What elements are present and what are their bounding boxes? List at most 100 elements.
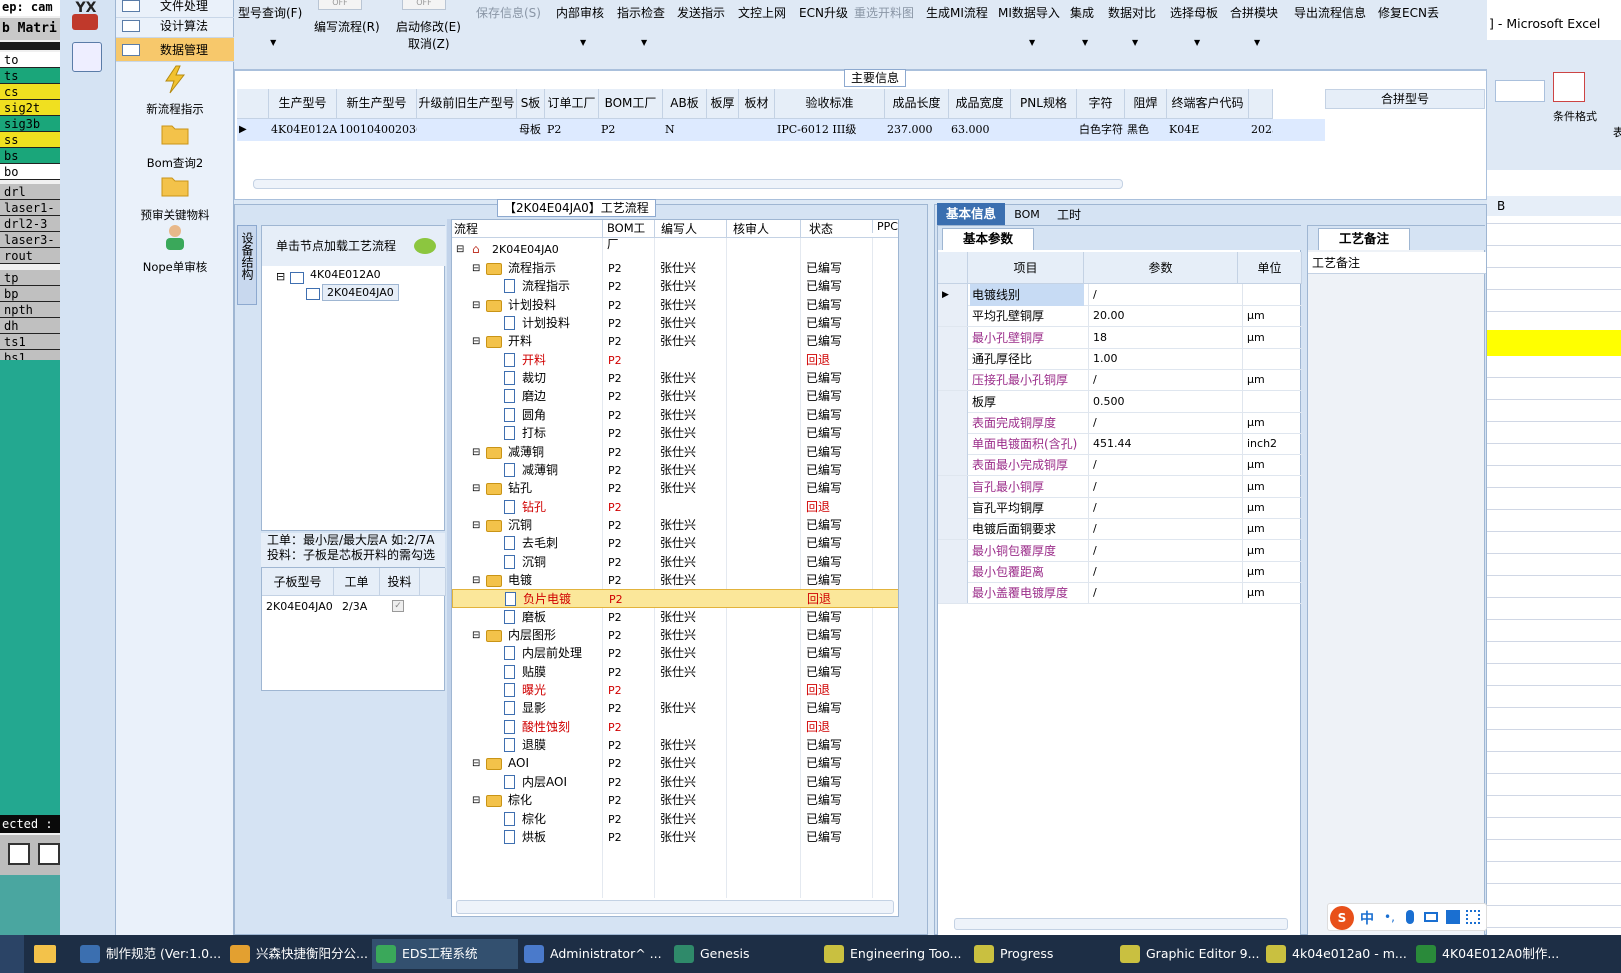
flow-tree-row[interactable]: 贴膜 P2 张仕兴 已编写 — [452, 663, 898, 682]
skin-icon[interactable] — [1446, 910, 1460, 924]
row-selector[interactable] — [938, 560, 968, 582]
layer-row[interactable]: bp — [0, 286, 60, 302]
toolbox-icon[interactable] — [1466, 910, 1480, 924]
layer-row[interactable]: drl2-3 — [0, 216, 60, 232]
tab-basic-params[interactable]: 基本参数 — [942, 228, 1034, 250]
param-row[interactable]: 盲孔最小铜厚 / μm — [938, 475, 1302, 498]
feed-checkbox[interactable]: ✓ — [392, 600, 404, 612]
calculator-icon[interactable] — [72, 42, 102, 72]
flow-tree-row[interactable]: 内层AOI P2 张仕兴 已编写 — [452, 773, 898, 792]
row-selector[interactable] — [938, 390, 968, 412]
flow-tree-row[interactable]: ⊟ 计划投料 P2 张仕兴 已编写 — [452, 296, 898, 315]
tree-collapse-icon[interactable]: ⊟ — [472, 259, 480, 278]
tab-work-hours[interactable]: 工时 — [1047, 205, 1091, 225]
layer-row[interactable]: bs — [0, 148, 60, 164]
param-row[interactable]: 盲孔平均铜厚 / μm — [938, 497, 1302, 519]
toggle-switch[interactable]: OFF — [402, 0, 446, 10]
flow-tree-row[interactable]: 裁切 P2 张仕兴 已编写 — [452, 369, 898, 388]
layer-row[interactable]: ts1 — [0, 334, 60, 350]
layer-row[interactable]: dh — [0, 318, 60, 334]
sogou-icon[interactable]: S — [1330, 906, 1354, 930]
flow-tree-row[interactable]: 磨边 P2 张仕兴 已编写 — [452, 387, 898, 406]
param-row[interactable]: 最小孔壁铜厚 18 μm — [938, 326, 1302, 349]
param-row[interactable]: 表面最小完成铜厚 / μm — [938, 454, 1302, 477]
save-info-button[interactable]: 保存信息(S) — [476, 4, 541, 21]
flow-tree-row[interactable]: 酸性蚀刻 P2 回退 — [452, 718, 898, 737]
flow-tree-row[interactable]: ⊟ 棕化 P2 张仕兴 已编写 — [452, 791, 898, 810]
param-value[interactable]: / — [1088, 369, 1242, 391]
merge-module-button[interactable]: 合拼模块 ▼ — [1230, 4, 1278, 47]
nav-prereview-material[interactable]: 预审关键物料 — [116, 170, 234, 223]
main-scrollbar[interactable] — [253, 179, 1123, 189]
flow-tree-row[interactable]: ⊟ 减薄铜 P2 张仕兴 已编写 — [452, 443, 898, 462]
taskbar-item[interactable]: 制作规范 (Ver:1.0... — [76, 939, 224, 969]
send-instruction-button[interactable]: 发送指示 — [677, 4, 725, 21]
nav-bom-query[interactable]: Bom查询2 — [116, 118, 234, 171]
tree-collapse-icon[interactable]: ⊟ — [276, 270, 285, 283]
flow-tree-row[interactable]: ⊟ 钻孔 P2 张仕兴 已编写 — [452, 479, 898, 498]
flow-h-scrollbar[interactable] — [456, 900, 894, 914]
data-compare-button[interactable]: 数据对比 ▼ — [1108, 4, 1156, 47]
cond-format-icon[interactable] — [1553, 72, 1585, 102]
flow-tree-row[interactable]: 计划投料 P2 张仕兴 已编写 — [452, 314, 898, 333]
mic-icon[interactable] — [1406, 910, 1414, 924]
tree-collapse-icon[interactable]: ⊟ — [456, 240, 464, 259]
taskbar-item[interactable]: 4K04E012A0制作... — [1412, 939, 1572, 969]
layer-row[interactable]: laser3- — [0, 232, 60, 248]
param-row[interactable]: 最小铜包覆厚度 / μm — [938, 539, 1302, 562]
row-selector[interactable] — [938, 305, 968, 327]
flow-tree-row[interactable]: 钻孔 P2 回退 — [452, 498, 898, 517]
row-selector[interactable] — [938, 347, 968, 369]
row-selector[interactable] — [938, 433, 968, 455]
param-row[interactable]: 通孔厚径比 1.00 — [938, 347, 1302, 370]
nav-new-flow[interactable]: 新流程指示 — [116, 64, 234, 117]
tree-collapse-icon[interactable]: ⊟ — [472, 332, 480, 351]
punct-icon[interactable]: •, — [1384, 910, 1395, 924]
export-flow-button[interactable]: 导出流程信息 — [1294, 4, 1366, 21]
ime-lang[interactable]: 中 — [1360, 908, 1374, 928]
tool-icon[interactable] — [8, 843, 30, 865]
nav-nope-review[interactable]: Nope单审核 — [116, 222, 234, 275]
flow-tree-row[interactable]: ⊟ AOI P2 张仕兴 已编写 — [452, 754, 898, 773]
fix-ecn-button[interactable]: 修复ECN丢 — [1378, 4, 1486, 21]
nav-data-management[interactable]: 数据管理 — [116, 38, 234, 62]
row-selector[interactable] — [938, 497, 968, 518]
layer-row[interactable]: drl — [0, 184, 60, 200]
param-row[interactable]: 压接孔最小孔铜厚 / μm — [938, 369, 1302, 392]
flow-tree-row[interactable]: ⊟ 内层图形 P2 张仕兴 已编写 — [452, 626, 898, 645]
taskbar-item[interactable]: Engineering Too... — [820, 939, 968, 969]
excel-grid[interactable] — [1487, 180, 1621, 935]
layer-row[interactable]: laser1- — [0, 200, 60, 216]
tree-collapse-icon[interactable]: ⊟ — [472, 791, 480, 810]
flow-tree-row[interactable]: ⊟ 电镀 P2 张仕兴 已编写 — [452, 571, 898, 590]
layer-row[interactable]: ts — [0, 68, 60, 84]
param-value[interactable]: / — [1088, 539, 1242, 561]
taskbar-item[interactable]: Administrator^ ... — [520, 939, 668, 969]
flow-tree-row[interactable]: 磨板 P2 张仕兴 已编写 — [452, 608, 898, 627]
param-row[interactable]: 最小盖覆电镀厚度 / μm — [938, 582, 1302, 605]
taskbar-item[interactable]: 4k04e012a0 - m... — [1262, 939, 1410, 969]
layer-row[interactable]: sig2t — [0, 100, 60, 116]
layer-row[interactable]: ss — [0, 132, 60, 148]
flow-tree-row[interactable]: 沉铜 P2 张仕兴 已编写 — [452, 553, 898, 572]
row-selector[interactable] — [938, 454, 968, 476]
instruction-check-button[interactable]: 指示检查 ▼ — [617, 4, 665, 47]
row-selector[interactable] — [938, 582, 968, 604]
flow-tree-row[interactable]: 打标 P2 张仕兴 已编写 — [452, 424, 898, 443]
nav-design-algorithm[interactable]: 设计算法 — [116, 14, 234, 38]
tab-device-structure[interactable]: 设备结构 — [237, 225, 257, 305]
explorer-icon[interactable] — [34, 945, 56, 963]
flow-tree-row[interactable]: 负片电镀 P2 回退 — [452, 589, 898, 609]
tree-collapse-icon[interactable]: ⊟ — [472, 479, 480, 498]
excel-dropdown[interactable] — [1495, 80, 1545, 102]
mi-import-button[interactable]: MI数据导入 ▼ — [998, 4, 1060, 47]
taskbar-item[interactable]: Genesis — [670, 939, 818, 969]
param-row[interactable]: 表面完成铜厚度 / μm — [938, 411, 1302, 434]
param-value[interactable]: 20.00 — [1088, 305, 1242, 327]
layer-row[interactable]: bo — [0, 164, 60, 180]
flow-tree-row[interactable]: ⊟ 流程指示 P2 张仕兴 已编写 — [452, 259, 898, 278]
flow-tree-row[interactable]: 去毛刺 P2 张仕兴 已编写 — [452, 534, 898, 553]
row-selector[interactable] — [938, 411, 968, 433]
reselect-cut-button[interactable]: 重选开料图 — [854, 4, 914, 21]
flow-tree-row[interactable]: ⊟ 沉铜 P2 张仕兴 已编写 — [452, 516, 898, 535]
